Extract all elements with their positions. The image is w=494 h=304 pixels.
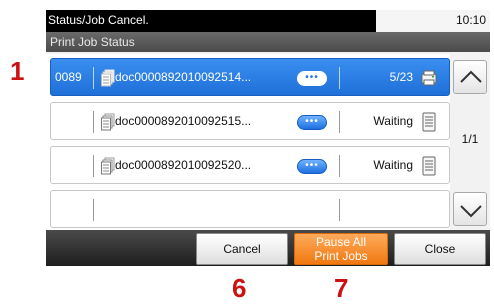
- job-name: doc0000892010092520...: [115, 158, 252, 172]
- callout-6: 6: [232, 273, 247, 303]
- job-row[interactable]: doc0000892010092520... ••• Waiting: [50, 146, 450, 184]
- column-divider: [93, 199, 94, 221]
- column-divider: [339, 67, 340, 89]
- scroll-column: 1/1: [450, 54, 490, 230]
- cancel-button-label: Cancel: [223, 242, 261, 256]
- column-divider: [339, 155, 340, 177]
- document-stack-icon: [101, 113, 115, 131]
- column-divider: [339, 199, 340, 221]
- scroll-down-button[interactable]: [453, 192, 487, 226]
- job-list: 0089 doc0000892010092514... ••• 5/23 doc…: [46, 54, 450, 230]
- job-status: Waiting: [373, 158, 413, 172]
- job-name: doc0000892010092514...: [115, 70, 252, 84]
- scroll-up-icon: [460, 70, 482, 83]
- printer-icon: [421, 70, 437, 86]
- detail-button-icon: •••: [305, 160, 319, 171]
- job-status: 5/23: [389, 70, 413, 84]
- callout-1: 1: [10, 56, 25, 86]
- page-indicator: 1/1: [461, 132, 479, 146]
- page-header: Print Job Status: [46, 32, 490, 52]
- print-job-status-panel: Status/Job Cancel. 10:10 Print Job Statu…: [46, 10, 490, 266]
- column-divider: [93, 67, 94, 89]
- job-name: doc0000892010092515...: [115, 114, 252, 128]
- empty-job-row: [50, 190, 450, 228]
- column-divider: [93, 111, 94, 133]
- job-number: 0089: [55, 70, 82, 84]
- column-divider: [339, 111, 340, 133]
- callout-7: 7: [334, 273, 349, 303]
- job-status: Waiting: [373, 114, 413, 128]
- status-bar: Status/Job Cancel. 10:10: [46, 10, 490, 32]
- detail-button-icon: •••: [305, 116, 319, 127]
- close-button-label: Close: [424, 242, 456, 256]
- job-row[interactable]: 0089 doc0000892010092514... ••• 5/23: [50, 58, 450, 96]
- close-button[interactable]: Close: [394, 233, 486, 265]
- job-queue-icon: [422, 112, 436, 132]
- job-queue-icon: [422, 156, 436, 176]
- clock: 10:10: [455, 13, 486, 27]
- job-row[interactable]: doc0000892010092515... ••• Waiting: [50, 102, 450, 140]
- pause-button-label-line-1: Pause All: [315, 235, 367, 249]
- column-divider: [93, 155, 94, 177]
- detail-button-icon: •••: [305, 72, 319, 83]
- detail-button[interactable]: •••: [297, 115, 327, 130]
- document-stack-icon: [101, 157, 115, 175]
- clock-area: 10:10: [376, 10, 490, 32]
- pause-all-print-jobs-button[interactable]: Pause All Print Jobs: [294, 233, 388, 265]
- pause-button-label-line-2: Print Jobs: [314, 249, 368, 263]
- document-stack-icon: [101, 69, 115, 87]
- scroll-down-icon: [460, 205, 482, 218]
- detail-button[interactable]: •••: [297, 71, 327, 86]
- scroll-up-button[interactable]: [453, 60, 487, 94]
- page-title: Print Job Status: [50, 35, 135, 49]
- screen-title: Status/Job Cancel.: [48, 13, 149, 27]
- action-bar: Cancel Pause All Print Jobs Close: [46, 230, 490, 266]
- detail-button[interactable]: •••: [297, 159, 327, 174]
- cancel-button[interactable]: Cancel: [196, 233, 288, 265]
